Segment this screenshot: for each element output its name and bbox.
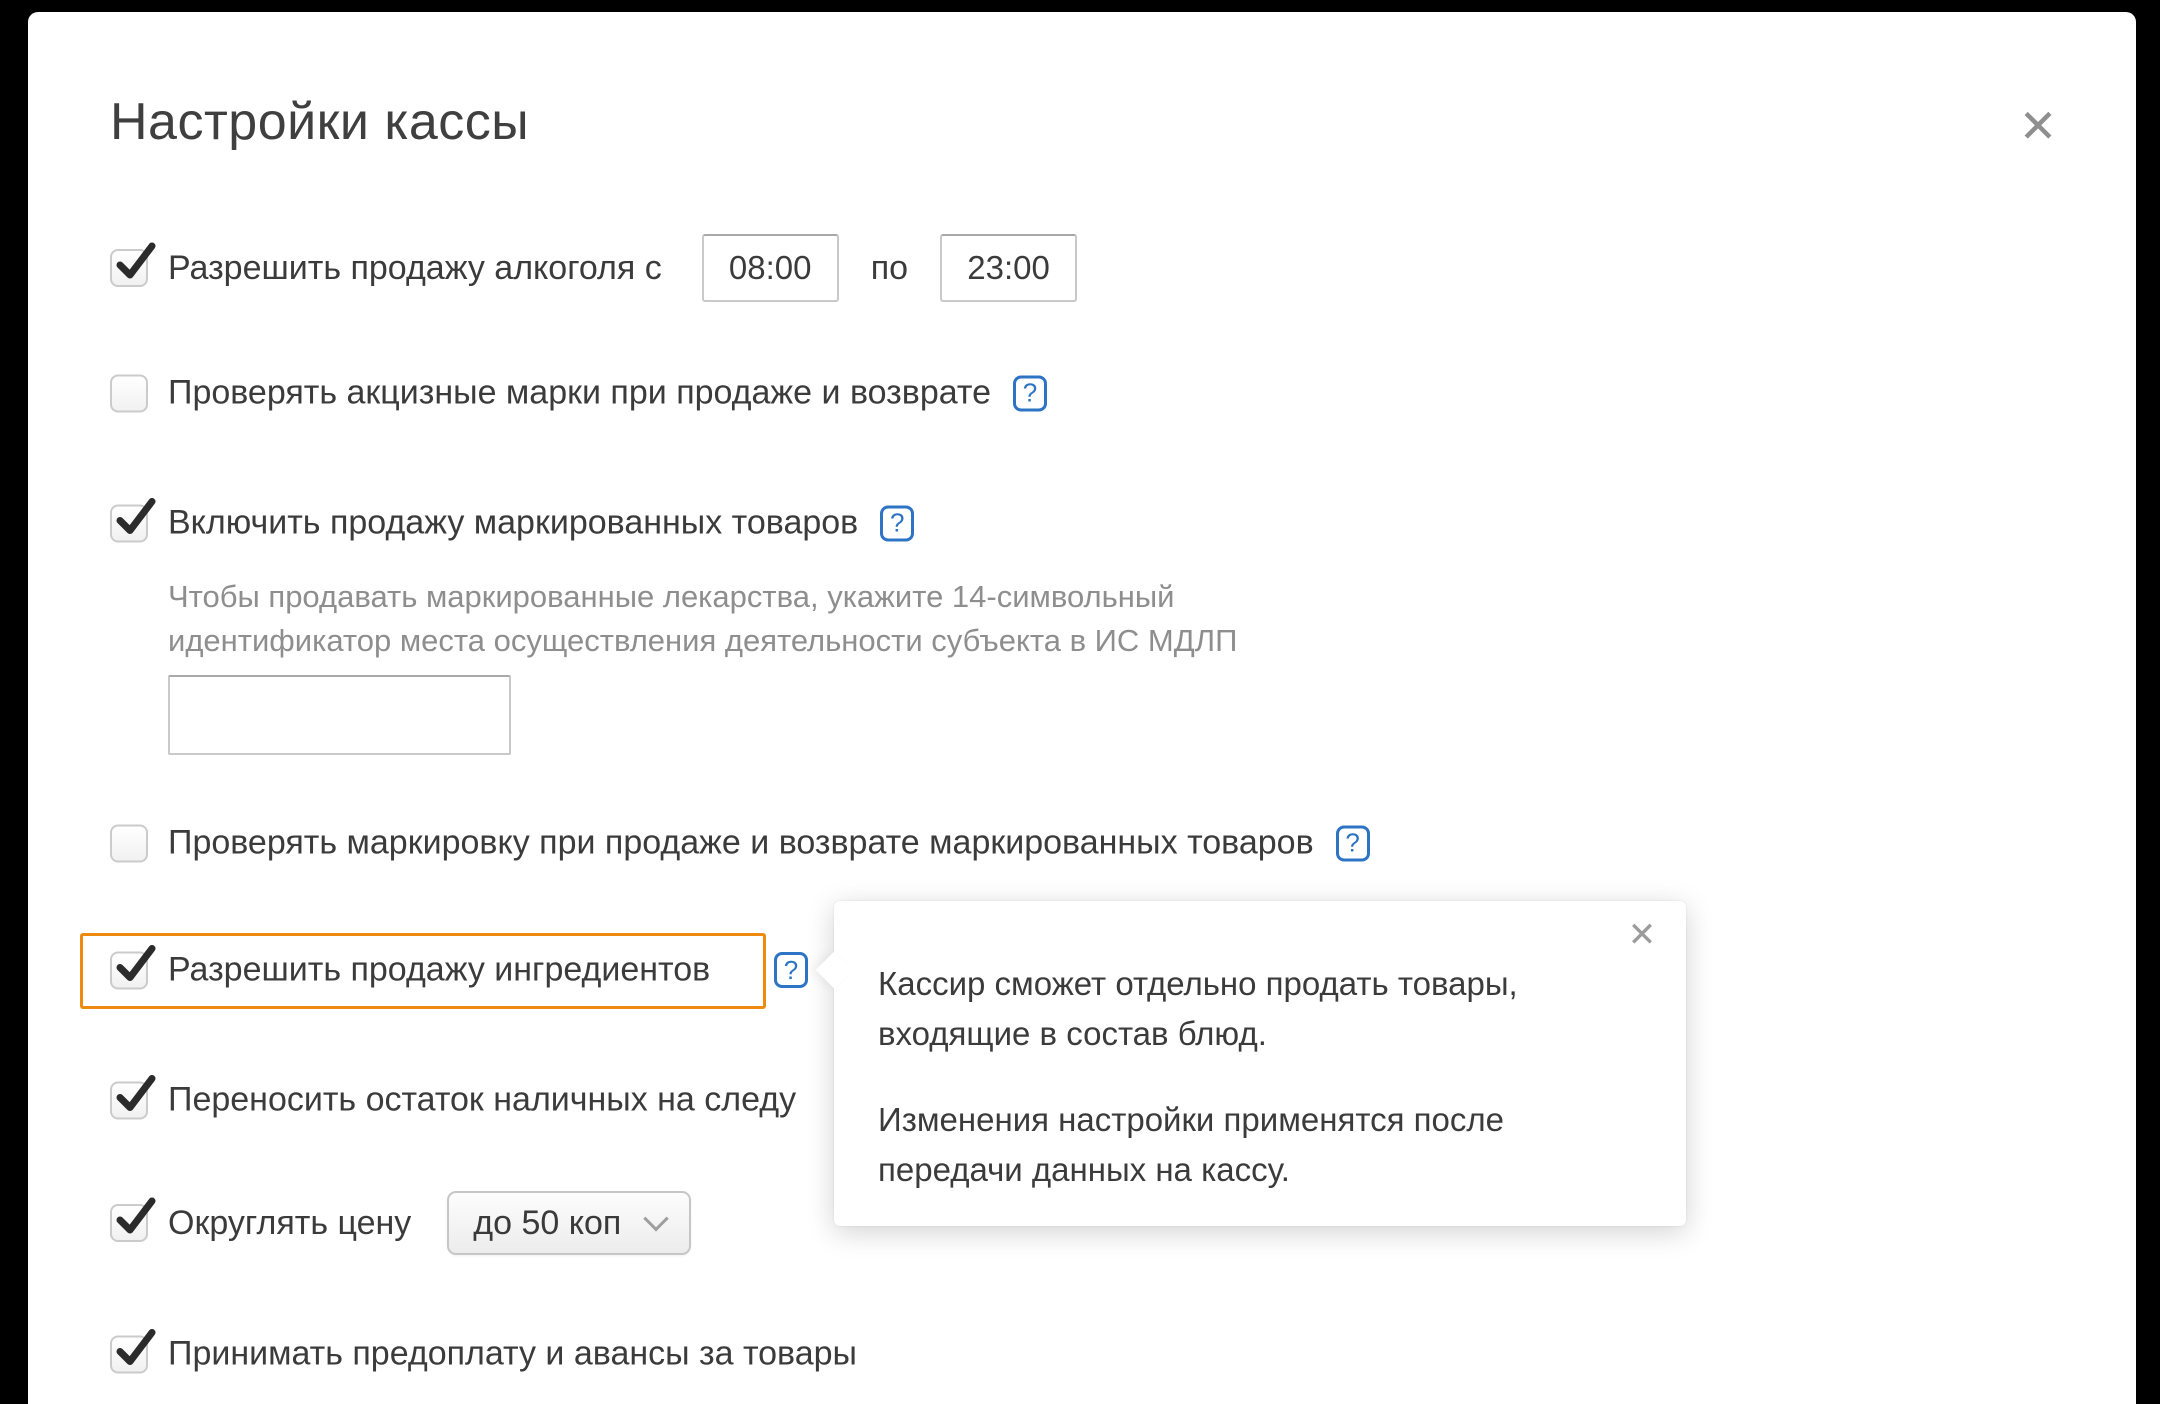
row-allow-alcohol: Разрешить продажу алкоголя с по — [110, 234, 1077, 302]
rounding-select-value: до 50 коп — [473, 1204, 621, 1243]
ingredients-tooltip: ✕ Кассир сможет отдельно продать товары,… — [834, 901, 1686, 1226]
tooltip-arrow — [816, 952, 853, 989]
check-marking-checkbox[interactable] — [110, 824, 148, 862]
cash-carryover-label: Переносить остаток наличных на следу — [168, 1081, 796, 1120]
marked-goods-help-icon[interactable]: ? — [880, 505, 914, 541]
tooltip-paragraph-2: Изменения настройки применятся после пер… — [878, 1095, 1578, 1195]
ingredients-checkbox[interactable] — [110, 951, 148, 989]
ingredients-label: Разрешить продажу ингредиентов — [168, 951, 710, 990]
row-check-excise-stamps: Проверять акцизные марки при продаже и в… — [110, 374, 1047, 413]
rounding-label: Округлять цену — [168, 1204, 411, 1243]
rounding-checkbox[interactable] — [110, 1204, 148, 1242]
check-marking-help-icon[interactable]: ? — [1336, 825, 1370, 861]
tooltip-paragraph-1: Кассир сможет отдельно продать товары, в… — [878, 959, 1578, 1059]
check-marking-label: Проверять маркировку при продаже и возвр… — [168, 824, 1314, 863]
row-prepayment: Принимать предоплату и авансы за товары — [110, 1335, 857, 1374]
excise-label: Проверять акцизные марки при продаже и в… — [168, 374, 991, 413]
cash-register-settings-dialog: Настройки кассы ✕ Разрешить продажу алко… — [28, 12, 2136, 1404]
excise-checkbox[interactable] — [110, 374, 148, 412]
close-icon[interactable]: ✕ — [2010, 98, 2066, 154]
mdlp-note: Чтобы продавать маркированные лекарства,… — [168, 575, 1278, 663]
alcohol-to-time-input[interactable] — [940, 234, 1077, 302]
chevron-down-icon — [644, 1206, 669, 1231]
mdlp-id-input[interactable] — [168, 675, 511, 755]
excise-help-icon[interactable]: ? — [1013, 375, 1047, 411]
row-marked-goods: Включить продажу маркированных товаров ? — [110, 504, 914, 543]
marked-goods-label: Включить продажу маркированных товаров — [168, 504, 858, 543]
cash-carryover-checkbox[interactable] — [110, 1081, 148, 1119]
alcohol-label: Разрешить продажу алкоголя с — [168, 249, 662, 288]
alcohol-checkbox[interactable] — [110, 249, 148, 287]
rounding-select[interactable]: до 50 коп — [447, 1191, 691, 1255]
row-price-rounding: Округлять цену до 50 коп — [110, 1191, 691, 1255]
ingredients-help-icon[interactable]: ? — [774, 952, 808, 988]
row-cash-carryover: Переносить остаток наличных на следу — [110, 1081, 796, 1120]
prepayment-checkbox[interactable] — [110, 1335, 148, 1373]
alcohol-to-preposition: по — [871, 249, 908, 288]
alcohol-from-time-input[interactable] — [702, 234, 839, 302]
row-check-marking: Проверять маркировку при продаже и возвр… — [110, 824, 1370, 863]
prepayment-label: Принимать предоплату и авансы за товары — [168, 1335, 857, 1374]
row-sell-ingredients: Разрешить продажу ингредиентов — [110, 951, 710, 990]
page-title: Настройки кассы — [110, 92, 529, 152]
marked-goods-checkbox[interactable] — [110, 504, 148, 542]
tooltip-close-icon[interactable]: ✕ — [1620, 913, 1664, 957]
